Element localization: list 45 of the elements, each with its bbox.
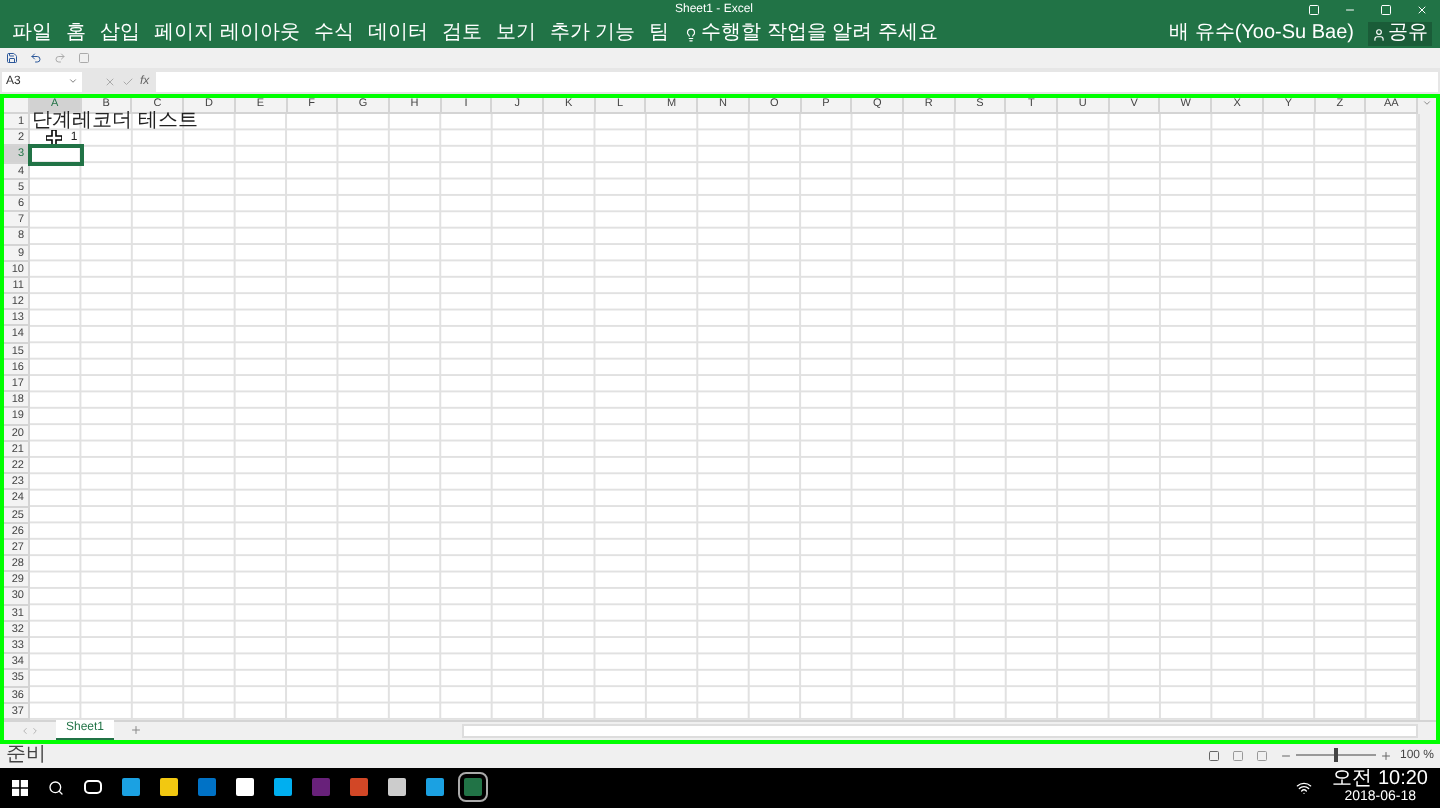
- user-name[interactable]: 배 유수(Yoo-Su Bae): [1169, 22, 1354, 46]
- vertical-scrollbar[interactable]: [1418, 114, 1436, 720]
- maximize-icon[interactable]: [1380, 4, 1392, 16]
- status-text: 준비: [6, 744, 46, 767]
- ribbon-tab[interactable]: 수식: [313, 22, 354, 46]
- ribbon-tab[interactable]: 데이터: [367, 22, 428, 46]
- app-icon[interactable]: [274, 778, 292, 797]
- clock-time: 오전 10:20: [1332, 769, 1428, 790]
- app-icon[interactable]: [122, 778, 140, 797]
- ribbon-tab[interactable]: 검토: [441, 22, 482, 46]
- ribbon-tab[interactable]: 홈: [66, 22, 86, 46]
- page-layout-icon[interactable]: [1231, 749, 1244, 762]
- cell-text: 단계레코더 테스트: [32, 112, 198, 130]
- app-icon[interactable]: [236, 778, 254, 797]
- app-icon[interactable]: [160, 778, 178, 797]
- page-break-icon[interactable]: [1255, 749, 1268, 762]
- zoom-in-icon[interactable]: [1379, 749, 1392, 762]
- windows-logo-icon[interactable]: [12, 779, 28, 796]
- active-cell[interactable]: [30, 146, 82, 164]
- minimize-icon[interactable]: [1344, 4, 1356, 16]
- dropdown-icon: [68, 76, 78, 86]
- person-icon: [1372, 27, 1386, 41]
- move-cursor-icon: [46, 130, 62, 147]
- undo-icon[interactable]: [30, 52, 42, 64]
- horizontal-scrollbar[interactable]: [462, 723, 1418, 738]
- ribbon-tab[interactable]: 추가 기능: [549, 22, 636, 46]
- ribbon-display-icon[interactable]: [1308, 4, 1320, 16]
- search-icon[interactable]: [48, 779, 64, 796]
- lightbulb-icon: [683, 27, 698, 41]
- ribbon-tab[interactable]: 삽입: [100, 22, 140, 46]
- slider-thumb[interactable]: [1333, 748, 1338, 763]
- app-icon[interactable]: [388, 778, 406, 797]
- close-icon[interactable]: [1416, 4, 1428, 16]
- tell-me-field[interactable]: 수행할 작업을 알려 주세요: [701, 22, 938, 46]
- share-button[interactable]: 공유: [1368, 22, 1432, 46]
- ribbon-tab[interactable]: 팀: [649, 22, 670, 46]
- save-icon[interactable]: [6, 52, 18, 64]
- task-view-icon[interactable]: [84, 780, 102, 795]
- ribbon-tab[interactable]: 파일: [12, 22, 52, 46]
- app-icon[interactable]: [426, 778, 444, 797]
- ribbon-tab[interactable]: 페이지 레이아웃: [154, 22, 300, 46]
- ribbon-tab[interactable]: 보기: [495, 22, 536, 46]
- normal-view-icon[interactable]: [1207, 749, 1220, 762]
- network-icon[interactable]: [1296, 779, 1313, 796]
- formula-field[interactable]: [155, 71, 1438, 91]
